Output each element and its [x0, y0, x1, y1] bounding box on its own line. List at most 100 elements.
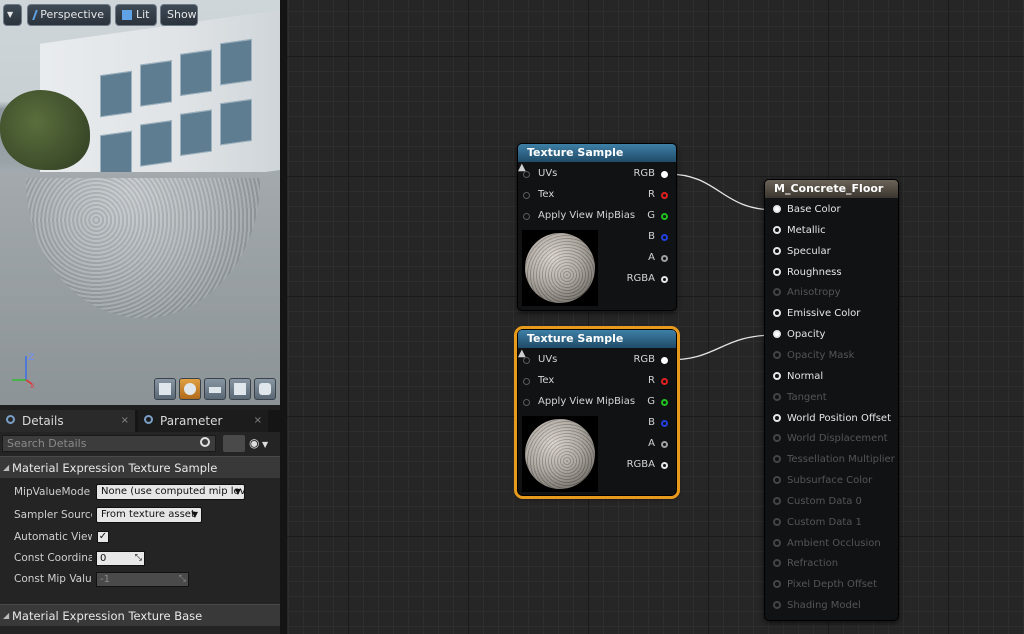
- material-input-pin: Anisotropy: [773, 286, 840, 300]
- search-details-input[interactable]: Search Details: [2, 435, 216, 452]
- output-pin-row[interactable]: B: [648, 230, 669, 244]
- custom-mesh-button[interactable]: [254, 378, 276, 400]
- output-pin-row[interactable]: G: [647, 395, 669, 409]
- input-pin-icon[interactable]: [773, 330, 781, 339]
- input-pin-row[interactable]: Apply View MipBias: [523, 395, 635, 409]
- section-texture-base[interactable]: ◢ Material Expression Texture Base: [0, 604, 280, 626]
- material-graph-canvas[interactable]: [287, 0, 1024, 634]
- input-pin-icon[interactable]: [773, 267, 781, 276]
- output-pin-row[interactable]: RGB: [633, 167, 669, 181]
- output-pin-icon[interactable]: [661, 234, 668, 241]
- magnifier-icon: [144, 415, 153, 424]
- output-pin-row[interactable]: A: [648, 437, 669, 451]
- input-pin-icon[interactable]: [523, 378, 530, 385]
- output-pin-row[interactable]: B: [648, 416, 669, 430]
- input-pin-label: Tex: [538, 375, 555, 386]
- material-input-pin[interactable]: Normal: [773, 370, 823, 384]
- material-input-pin[interactable]: Base Color: [773, 203, 841, 217]
- material-input-pin[interactable]: Metallic: [773, 224, 826, 238]
- tab-parameter-defaults[interactable]: Parameter Defaults ×: [138, 410, 268, 450]
- output-pin-icon[interactable]: [661, 276, 668, 283]
- input-pin-row[interactable]: Tex: [523, 188, 554, 202]
- material-input-pin[interactable]: Opacity: [773, 328, 825, 342]
- output-pin-icon[interactable]: [661, 462, 668, 469]
- material-input-pin[interactable]: World Position Offset: [773, 412, 891, 426]
- close-tab-icon[interactable]: ×: [121, 410, 129, 432]
- output-pin-row[interactable]: G: [647, 209, 669, 223]
- input-pin-icon[interactable]: [773, 309, 781, 318]
- input-pin-icon[interactable]: [523, 192, 530, 199]
- visibility-options-button[interactable]: ◉ ▼: [249, 435, 277, 452]
- perspective-icon: [32, 10, 39, 20]
- preview-viewport[interactable]: ▼ Perspective Lit Show Z x: [0, 0, 280, 405]
- close-tab-icon[interactable]: ×: [254, 410, 262, 432]
- mip-value-mode-label: MipValueMode: [14, 486, 91, 498]
- input-pin-label: UVs: [538, 354, 558, 365]
- input-pin-icon[interactable]: [523, 213, 530, 220]
- property-matrix-button[interactable]: [223, 435, 245, 452]
- texture-sample-node[interactable]: Texture Sample ▲ UVs Tex Apply View MipBias R…: [517, 143, 677, 311]
- output-pin-icon[interactable]: [661, 213, 668, 220]
- output-pin-icon[interactable]: [661, 255, 668, 262]
- input-pin-row[interactable]: UVs: [523, 167, 557, 181]
- automatic-view-mipbias-checkbox[interactable]: ✓: [97, 531, 109, 543]
- sphere-shape-button[interactable]: [179, 378, 201, 400]
- perspective-button[interactable]: Perspective: [27, 4, 111, 26]
- input-pin-icon[interactable]: [773, 413, 781, 422]
- output-pin-icon[interactable]: [661, 192, 668, 199]
- sampler-source-select[interactable]: From texture asset: [96, 507, 202, 523]
- output-pin-icon[interactable]: [661, 171, 668, 178]
- output-pin-row[interactable]: A: [648, 251, 669, 265]
- output-pin-row[interactable]: R: [648, 374, 669, 388]
- search-icon: [200, 437, 210, 447]
- output-pin-icon[interactable]: [661, 420, 668, 427]
- output-pin-icon[interactable]: [661, 399, 668, 406]
- input-pin-icon[interactable]: [773, 371, 781, 380]
- input-pin-row[interactable]: Tex: [523, 374, 554, 388]
- output-pin-icon[interactable]: [661, 441, 668, 448]
- input-pin-icon[interactable]: [523, 171, 530, 178]
- output-pin-icon[interactable]: [661, 378, 668, 385]
- output-pin-row[interactable]: RGB: [633, 353, 669, 367]
- input-pin-row[interactable]: Apply View MipBias: [523, 209, 635, 223]
- material-result-node[interactable]: M_Concrete_Floor Base Color Metallic Specu…: [764, 179, 899, 621]
- input-pin-icon[interactable]: [773, 246, 781, 255]
- input-pin-icon[interactable]: [523, 357, 530, 364]
- input-pin-icon[interactable]: [523, 399, 530, 406]
- output-pin-row[interactable]: RGBA: [627, 458, 669, 472]
- input-pin-icon[interactable]: [773, 205, 781, 213]
- texture-preview-thumbnail: [522, 230, 598, 306]
- texture-sample-node[interactable]: Texture Sample ▲ UVs Tex Apply View MipBias R…: [514, 326, 680, 499]
- cylinder-shape-button[interactable]: [154, 378, 176, 400]
- material-input-pin: Custom Data 0: [773, 495, 862, 509]
- output-pin-row[interactable]: R: [648, 188, 669, 202]
- cube-icon: [122, 10, 132, 20]
- lit-button[interactable]: Lit: [115, 4, 157, 26]
- const-coordinate-input[interactable]: 0: [96, 551, 145, 566]
- plane-shape-button[interactable]: [204, 378, 226, 400]
- input-pin-row[interactable]: UVs: [523, 353, 557, 367]
- output-pin-row[interactable]: RGBA: [627, 272, 669, 286]
- cube-shape-button[interactable]: [229, 378, 251, 400]
- input-pin-icon[interactable]: [773, 225, 781, 234]
- panel-splitter[interactable]: [280, 0, 287, 634]
- output-pin-label: A: [648, 252, 655, 263]
- viewport-menu-button[interactable]: ▼: [3, 4, 22, 26]
- material-input-pin[interactable]: Specular: [773, 245, 831, 259]
- texture-sample-title: Texture Sample: [518, 144, 676, 162]
- section-texture-sample[interactable]: ◢ Material Expression Texture Sample: [0, 456, 280, 478]
- magnifier-icon: [6, 415, 15, 424]
- material-input-label: World Displacement: [787, 433, 888, 445]
- custom-mesh-icon: [259, 383, 271, 395]
- output-pin-icon[interactable]: [661, 357, 668, 364]
- material-input-label: Normal: [787, 370, 824, 382]
- material-input-pin[interactable]: Emissive Color: [773, 307, 860, 321]
- tab-details[interactable]: Details ×: [0, 410, 135, 432]
- show-button[interactable]: Show: [160, 4, 198, 26]
- const-coordinate-label: Const Coordinate: [14, 552, 92, 564]
- texture-preview-thumbnail: [522, 416, 598, 492]
- mip-value-mode-select[interactable]: None (use computed mip lev: [96, 484, 245, 500]
- sphere-shape-icon: [184, 383, 196, 395]
- input-pin-icon: [773, 476, 781, 485]
- material-input-pin[interactable]: Roughness: [773, 266, 842, 280]
